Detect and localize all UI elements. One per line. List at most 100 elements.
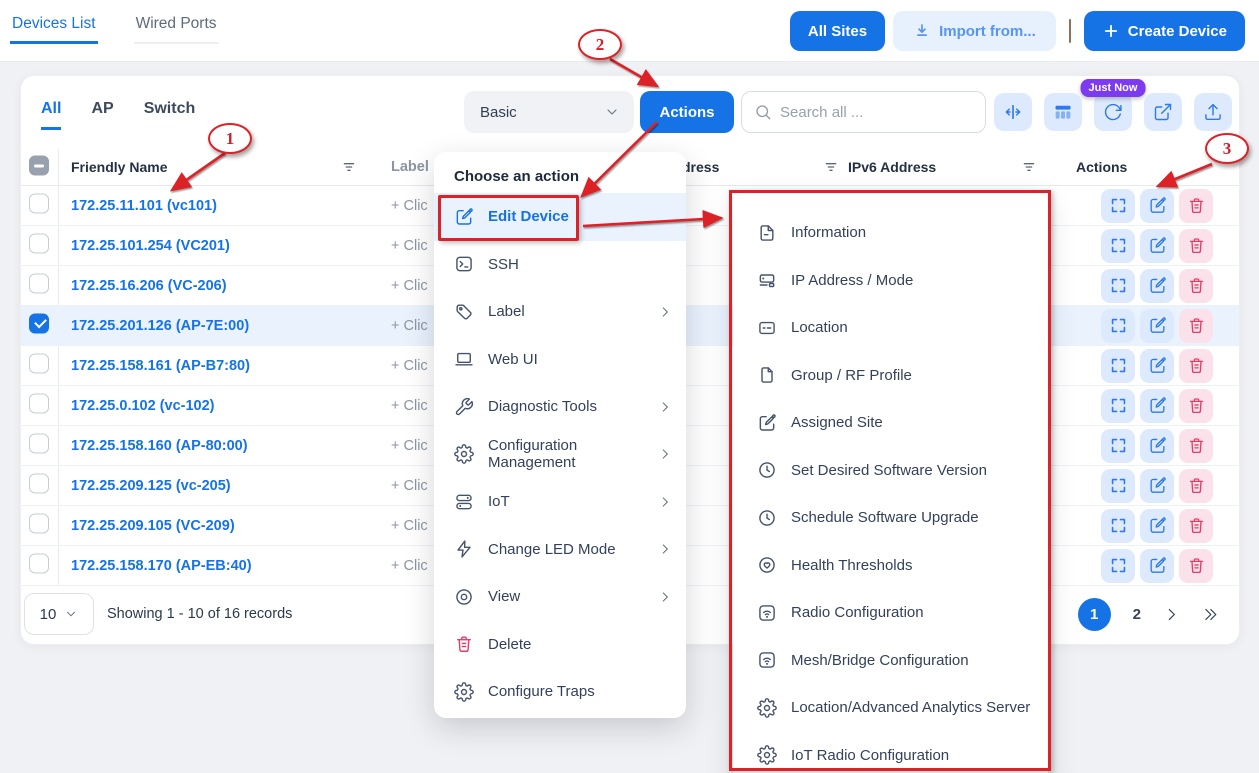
edit-device-button[interactable] xyxy=(1140,349,1174,383)
submenu-item[interactable]: Location/Advanced Analytics Server xyxy=(733,684,1048,732)
device-name-link[interactable]: 172.25.201.126 (AP-7E:00) xyxy=(71,318,249,334)
add-label-cell[interactable]: + Clic xyxy=(391,318,428,334)
edit-device-button[interactable] xyxy=(1140,389,1174,423)
action-menu-item[interactable]: Diagnostic Tools xyxy=(434,383,686,431)
edit-device-button[interactable] xyxy=(1140,269,1174,303)
edit-device-button[interactable] xyxy=(1140,429,1174,463)
delete-device-button[interactable] xyxy=(1179,229,1213,263)
search-input[interactable] xyxy=(780,104,975,121)
add-label-cell[interactable]: + Clic xyxy=(391,438,428,454)
expand-row-button[interactable] xyxy=(1101,269,1135,303)
page-2-button[interactable]: 2 xyxy=(1133,606,1141,623)
add-label-cell[interactable]: + Clic xyxy=(391,518,428,534)
expand-row-button[interactable] xyxy=(1101,189,1135,223)
toolbar-icon-button[interactable] xyxy=(1144,93,1182,131)
action-menu-item[interactable]: SSH xyxy=(434,241,686,289)
expand-row-button[interactable] xyxy=(1101,549,1135,583)
chevrons-right-icon[interactable] xyxy=(1202,606,1219,623)
action-menu-item[interactable]: Delete xyxy=(434,621,686,669)
action-menu-item[interactable]: Change LED Mode xyxy=(434,526,686,574)
toolbar-icon-button[interactable] xyxy=(1194,93,1232,131)
device-name-link[interactable]: 172.25.209.105 (VC-209) xyxy=(71,518,235,534)
select-all-checkbox[interactable] xyxy=(29,156,49,176)
submenu-item[interactable]: IoT Radio Configuration xyxy=(733,732,1048,773)
delete-device-button[interactable] xyxy=(1179,269,1213,303)
delete-device-button[interactable] xyxy=(1179,349,1213,383)
device-name-link[interactable]: 172.25.209.125 (vc-205) xyxy=(71,478,231,494)
row-checkbox[interactable] xyxy=(29,433,49,453)
action-menu-item[interactable]: Configure Traps xyxy=(434,668,686,716)
device-name-link[interactable]: 172.25.16.206 (VC-206) xyxy=(71,278,227,294)
view-select[interactable]: Basic xyxy=(464,91,634,133)
submenu-item[interactable]: IP Address / Mode xyxy=(733,257,1048,305)
expand-row-button[interactable] xyxy=(1101,389,1135,423)
tab-wired-ports[interactable]: Wired Ports xyxy=(134,15,219,44)
chevron-right-icon[interactable] xyxy=(1163,606,1180,623)
device-name-link[interactable]: 172.25.0.102 (vc-102) xyxy=(71,398,215,414)
page-1-button[interactable]: 1 xyxy=(1078,598,1111,631)
submenu-item[interactable]: Mesh/Bridge Configuration xyxy=(733,637,1048,685)
row-checkbox[interactable] xyxy=(29,353,49,373)
expand-row-button[interactable] xyxy=(1101,229,1135,263)
tab-devices-list[interactable]: Devices List xyxy=(10,15,98,44)
device-name-link[interactable]: 172.25.158.160 (AP-80:00) xyxy=(71,438,248,454)
row-checkbox[interactable] xyxy=(29,473,49,493)
edit-device-button[interactable] xyxy=(1140,549,1174,583)
toolbar-icon-button[interactable]: Just Now xyxy=(1094,93,1132,131)
action-menu-item[interactable]: Label xyxy=(434,288,686,336)
tab-ap[interactable]: AP xyxy=(91,100,113,130)
header-ipv6-address[interactable]: IPv6 Address xyxy=(848,159,936,175)
device-name-link[interactable]: 172.25.101.254 (VC201) xyxy=(71,238,230,254)
filter-icon[interactable] xyxy=(1021,159,1037,175)
delete-device-button[interactable] xyxy=(1179,469,1213,503)
edit-device-button[interactable] xyxy=(1140,229,1174,263)
device-name-link[interactable]: 172.25.158.161 (AP-B7:80) xyxy=(71,358,250,374)
delete-device-button[interactable] xyxy=(1179,509,1213,543)
edit-device-button[interactable] xyxy=(1140,189,1174,223)
expand-row-button[interactable] xyxy=(1101,309,1135,343)
action-menu-item[interactable]: IoT xyxy=(434,478,686,526)
action-menu-item[interactable]: Web UI xyxy=(434,336,686,384)
submenu-item[interactable]: Assigned Site xyxy=(733,399,1048,447)
toolbar-icon-button[interactable] xyxy=(1044,93,1082,131)
import-from-button[interactable]: Import from... xyxy=(893,11,1056,51)
add-label-cell[interactable]: + Clic xyxy=(391,198,428,214)
action-menu-item[interactable]: View xyxy=(434,573,686,621)
add-label-cell[interactable]: + Clic xyxy=(391,238,428,254)
delete-device-button[interactable] xyxy=(1179,549,1213,583)
expand-row-button[interactable] xyxy=(1101,429,1135,463)
row-checkbox[interactable] xyxy=(29,273,49,293)
edit-device-button[interactable] xyxy=(1140,309,1174,343)
action-menu-item[interactable]: Configuration Management xyxy=(434,431,686,479)
row-checkbox[interactable] xyxy=(29,233,49,253)
delete-device-button[interactable] xyxy=(1179,389,1213,423)
add-label-cell[interactable]: + Clic xyxy=(391,558,428,574)
tab-all[interactable]: All xyxy=(41,100,61,130)
submenu-item[interactable]: Group / RF Profile xyxy=(733,352,1048,400)
delete-device-button[interactable] xyxy=(1179,189,1213,223)
add-label-cell[interactable]: + Clic xyxy=(391,398,428,414)
delete-device-button[interactable] xyxy=(1179,429,1213,463)
action-menu-item[interactable]: Edit Device xyxy=(434,193,686,241)
create-device-button[interactable]: Create Device xyxy=(1084,11,1245,51)
header-friendly-name[interactable]: Friendly Name xyxy=(71,159,167,175)
submenu-item[interactable]: Set Desired Software Version xyxy=(733,447,1048,495)
filter-icon[interactable] xyxy=(341,159,357,175)
row-checkbox[interactable] xyxy=(29,513,49,533)
filter-icon[interactable] xyxy=(823,159,839,175)
device-name-link[interactable]: 172.25.158.170 (AP-EB:40) xyxy=(71,558,252,574)
submenu-item[interactable]: Information xyxy=(733,209,1048,257)
edit-device-button[interactable] xyxy=(1140,469,1174,503)
row-checkbox[interactable] xyxy=(29,193,49,213)
submenu-item[interactable]: Health Thresholds xyxy=(733,542,1048,590)
edit-device-button[interactable] xyxy=(1140,509,1174,543)
actions-button[interactable]: Actions xyxy=(640,91,734,133)
all-sites-button[interactable]: All Sites xyxy=(790,11,885,51)
row-checkbox[interactable] xyxy=(29,553,49,573)
expand-row-button[interactable] xyxy=(1101,509,1135,543)
row-checkbox[interactable] xyxy=(29,393,49,413)
tab-switch[interactable]: Switch xyxy=(144,100,196,130)
expand-row-button[interactable] xyxy=(1101,349,1135,383)
add-label-cell[interactable]: + Clic xyxy=(391,358,428,374)
device-name-link[interactable]: 172.25.11.101 (vc101) xyxy=(71,198,217,214)
